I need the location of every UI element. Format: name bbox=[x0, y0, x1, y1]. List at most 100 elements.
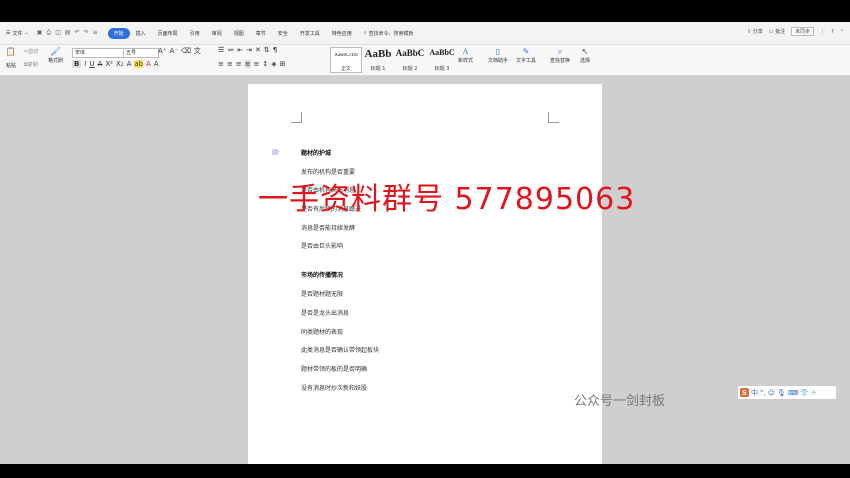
tab-home[interactable]: 开始 bbox=[107, 27, 130, 39]
paragraph-controls-bottom: ≡ ≡ ≡ ≡ ≡ ↕ ◈ ⊞ bbox=[218, 60, 286, 68]
numbered-list-icon[interactable]: ≔ bbox=[227, 46, 234, 54]
paste-button[interactable]: 📋 bbox=[5, 47, 16, 56]
paragraph-controls-top: ☰ ≔ ⇤ ⇥ ✕ ⇅ ¶ bbox=[218, 46, 277, 54]
chinese-layout-icon[interactable]: ✕ bbox=[255, 46, 261, 54]
print-preview-icon[interactable]: ◫ bbox=[55, 29, 61, 37]
help-icon[interactable]: ? bbox=[831, 29, 834, 35]
tab-page-layout[interactable]: 页面布局 bbox=[152, 28, 184, 39]
command-search[interactable]: ⌕ 查找命令、搜索模板 bbox=[364, 30, 414, 37]
document-page[interactable]: ▤· 题材的护城 发布的机构是否重要 是否由机构来出消息 是否有后续的消息跟进 … bbox=[248, 84, 602, 464]
show-marks-icon[interactable]: ¶ bbox=[273, 46, 277, 54]
cut-button[interactable]: ✂剪切 bbox=[24, 48, 38, 55]
settings-icon[interactable]: ✧ bbox=[811, 389, 817, 397]
command-search-label: 查找命令、搜索模板 bbox=[368, 30, 414, 37]
tab-references[interactable]: 引用 bbox=[184, 28, 206, 39]
paste-icon: 📋 bbox=[5, 47, 16, 56]
subscript-icon[interactable]: X₂ bbox=[116, 60, 124, 68]
sort-icon[interactable]: ⇅ bbox=[264, 46, 270, 54]
tab-sections[interactable]: 章节 bbox=[250, 28, 272, 39]
red-watermark-text: 一手资料群号 577895063 bbox=[258, 182, 636, 217]
print-icon[interactable]: ⎙ bbox=[46, 29, 51, 37]
minimize-ribbon-icon[interactable]: ⌃ bbox=[840, 29, 844, 35]
paragraph-handle-icon[interactable]: ▤· bbox=[272, 148, 281, 156]
keyboard-icon[interactable]: ⌨ bbox=[788, 389, 798, 397]
style-normal[interactable]: AaBbCcDd 正文 bbox=[330, 47, 362, 73]
tab-insert[interactable]: 插入 bbox=[130, 28, 152, 39]
align-left-icon[interactable]: ≡ bbox=[218, 60, 224, 68]
italic-icon[interactable]: I bbox=[84, 60, 86, 68]
new-style-button[interactable]: A 新样式 bbox=[458, 47, 473, 64]
font-size-select[interactable]: 五号 bbox=[123, 48, 159, 58]
tab-view[interactable]: 视图 bbox=[228, 28, 250, 39]
font-color-icon[interactable]: A bbox=[146, 60, 151, 68]
pinyin-icon[interactable]: 文 bbox=[194, 46, 201, 56]
export-pdf-icon[interactable]: ▤ bbox=[65, 29, 71, 37]
text-effect-icon[interactable]: A bbox=[127, 60, 132, 68]
strikethrough-icon[interactable]: A bbox=[98, 60, 103, 68]
magnifier-icon: ⌕ bbox=[557, 46, 563, 56]
font-size-controls: A⁺ A⁻ ⌫ 文 bbox=[158, 46, 201, 56]
new-style-icon: A bbox=[462, 47, 469, 56]
align-center-icon[interactable]: ≡ bbox=[227, 60, 233, 68]
increase-font-icon[interactable]: A⁺ bbox=[158, 47, 166, 55]
bullet-list-icon[interactable]: ☰ bbox=[218, 46, 224, 54]
style-gallery: AaBbCcDd 正文 AaBb 标题 1 AaBbC 标题 2 AaBbC 标… bbox=[330, 47, 458, 73]
align-right-icon[interactable]: ≡ bbox=[236, 60, 242, 68]
cut-label: 剪切 bbox=[28, 49, 39, 55]
margin-corner-top-right bbox=[548, 112, 559, 123]
tab-features[interactable]: 特色应用 bbox=[326, 28, 358, 39]
shading-icon[interactable]: ◈ bbox=[271, 60, 276, 68]
redo-icon[interactable]: ↷ bbox=[84, 29, 89, 37]
find-replace-button[interactable]: ⌕ 查找替换 bbox=[550, 46, 570, 65]
justify-icon[interactable]: ≡ bbox=[244, 60, 251, 68]
border-icon[interactable]: ⊞ bbox=[280, 60, 286, 68]
search-icon: ⌕ bbox=[363, 30, 367, 36]
bold-icon[interactable]: B bbox=[72, 60, 82, 68]
list-item: 题材带领的板的是否明确 bbox=[301, 366, 368, 373]
clear-format-icon[interactable]: ⌫ bbox=[181, 47, 191, 55]
distributed-icon[interactable]: ≡ bbox=[254, 60, 260, 68]
font-name-select[interactable]: 宋体 bbox=[72, 48, 124, 58]
copy-button[interactable]: ⧉复制 bbox=[24, 61, 38, 68]
file-menu[interactable]: ☰ 文件 ⌄ bbox=[6, 30, 29, 37]
ribbon-toolbar: 📋 粘贴 ✂剪切 ⧉复制 🖌 格式刷 宋体 五号 A⁺ A⁻ ⌫ 文 B I U… bbox=[0, 45, 850, 76]
ime-toolbar[interactable]: S 中 °, ☺ 🎙 ⌨ 👕 ✧ bbox=[737, 385, 837, 400]
more-options-icon[interactable]: ⋮ bbox=[820, 29, 825, 35]
list-item: 同类题材的表现 bbox=[301, 329, 344, 336]
ime-mode-label[interactable]: 中 bbox=[751, 388, 758, 398]
punctuation-icon[interactable]: °, bbox=[760, 389, 766, 397]
doc-helper-button[interactable]: ▯ 文档助手 bbox=[488, 47, 508, 64]
comment-label: 批注 bbox=[775, 29, 786, 35]
style-heading-3[interactable]: AaBbC 标题 3 bbox=[426, 47, 458, 73]
skin-icon[interactable]: 👕 bbox=[800, 389, 809, 397]
line-spacing-icon[interactable]: ↕ bbox=[262, 60, 268, 68]
more-icon[interactable]: ≡ bbox=[93, 29, 98, 37]
select-button[interactable]: ↖ 选择 bbox=[580, 47, 590, 64]
format-painter-button[interactable]: 🖌 格式刷 bbox=[48, 47, 63, 64]
select-label: 选择 bbox=[580, 58, 591, 64]
save-icon[interactable]: ▣ bbox=[37, 29, 43, 37]
char-border-icon[interactable]: A bbox=[154, 60, 159, 68]
cursor-icon: ↖ bbox=[581, 47, 589, 56]
decrease-font-icon[interactable]: A⁻ bbox=[169, 47, 177, 55]
share-button[interactable]: ⇪ 分享 bbox=[747, 28, 763, 35]
text-tools-button[interactable]: ✎ 文字工具 bbox=[516, 47, 536, 64]
sync-status[interactable]: 未同步 bbox=[791, 27, 815, 36]
style-heading-1[interactable]: AaBb 标题 1 bbox=[362, 47, 394, 73]
style-heading-2[interactable]: AaBbC 标题 2 bbox=[394, 47, 426, 73]
ribbon-tabs: 开始 插入 页面布局 引用 审阅 视图 章节 安全 开发工具 特色应用 bbox=[107, 27, 358, 39]
superscript-icon[interactable]: X² bbox=[105, 60, 113, 68]
increase-indent-icon[interactable]: ⇥ bbox=[246, 46, 252, 54]
microphone-icon[interactable]: 🎙 bbox=[777, 389, 786, 397]
paste-label-button[interactable]: 粘贴 bbox=[6, 62, 16, 69]
margin-corner-top-left bbox=[291, 112, 302, 123]
decrease-indent-icon[interactable]: ⇤ bbox=[237, 46, 243, 54]
comment-button[interactable]: ▭ 批注 bbox=[769, 28, 785, 35]
undo-icon[interactable]: ↶ bbox=[75, 29, 80, 37]
underline-icon[interactable]: U bbox=[89, 60, 94, 68]
highlight-icon[interactable]: ab bbox=[134, 60, 144, 68]
tab-security[interactable]: 安全 bbox=[272, 28, 294, 39]
tab-developer[interactable]: 开发工具 bbox=[294, 28, 326, 39]
tab-review[interactable]: 审阅 bbox=[206, 28, 228, 39]
emoji-icon[interactable]: ☺ bbox=[768, 389, 775, 397]
